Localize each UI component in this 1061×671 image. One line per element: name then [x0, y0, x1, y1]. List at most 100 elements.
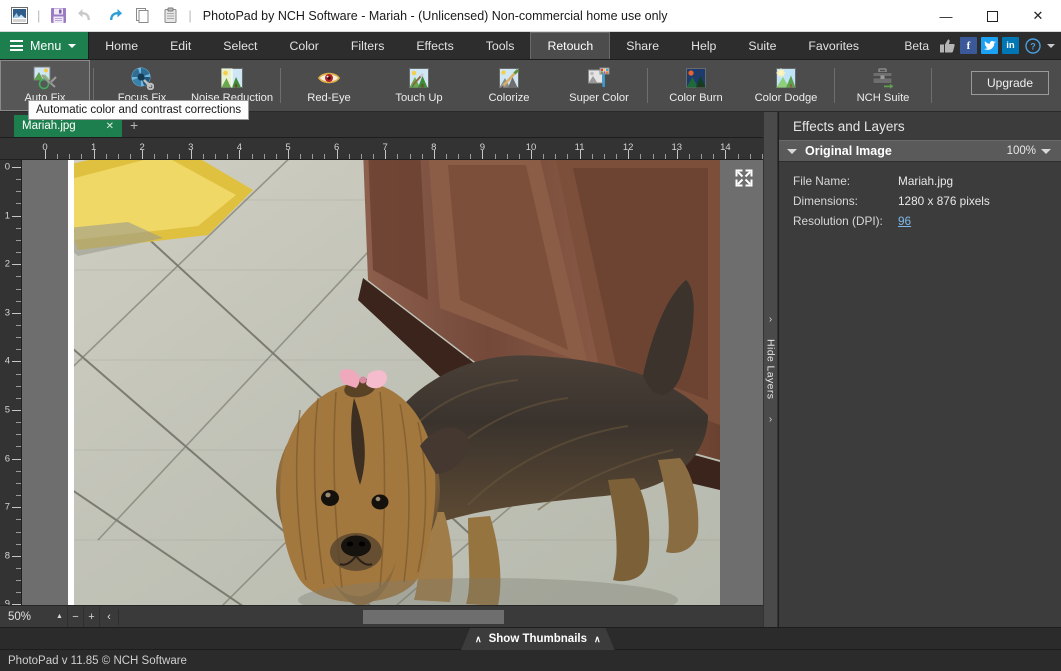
paste-icon[interactable]	[157, 3, 183, 29]
ribbon-button-color-burn[interactable]: Color Burn	[651, 60, 741, 111]
ruler-tick-major	[12, 410, 21, 411]
super-color-icon	[587, 66, 611, 90]
chevron-right-icon[interactable]: ›	[769, 310, 772, 329]
ruler-label: 1	[4, 210, 10, 222]
scroll-left-icon[interactable]: ‹	[100, 607, 118, 627]
tab-share[interactable]: Share	[610, 32, 675, 59]
ruler-tick-minor	[227, 154, 229, 159]
horizontal-scroll-track[interactable]	[118, 608, 760, 625]
tab-filters[interactable]: Filters	[335, 32, 400, 59]
redo-icon[interactable]	[101, 3, 127, 29]
horizontal-scroll-thumb[interactable]	[362, 609, 504, 624]
ruler-tick-minor	[324, 154, 326, 159]
maximize-button[interactable]	[969, 0, 1015, 32]
facebook-icon[interactable]: f	[960, 37, 977, 54]
ruler-tick-minor	[16, 470, 21, 472]
tab-effects[interactable]: Effects	[400, 32, 469, 59]
ruler-canvas-row: 0 1 2 3 4 5 6 7 8 9 10 11 12 13 14 0123456789	[0, 138, 778, 605]
zoom-stepper-up[interactable]: ▲	[52, 606, 68, 627]
ruler-tick-minor	[543, 154, 545, 159]
ribbon-button-color-dodge[interactable]: Color Dodge	[741, 60, 831, 111]
tab-help[interactable]: Help	[675, 32, 732, 59]
ribbon-divider	[647, 68, 648, 103]
zoom-in-button[interactable]: +	[84, 606, 100, 627]
ribbon-label: Colorize	[488, 92, 530, 105]
ruler-tick-major	[12, 215, 21, 217]
panel-title: Effects and Layers	[779, 112, 1061, 140]
help-icon[interactable]: ?	[1023, 37, 1042, 54]
resolution-dpi-link[interactable]: 96	[898, 214, 911, 228]
menubar-right-group: Beta f in ?	[904, 32, 1061, 59]
ruler-tick-minor	[16, 482, 21, 484]
ruler-label: 0	[4, 161, 10, 173]
tab-tools[interactable]: Tools	[470, 32, 531, 59]
ruler-tick-minor	[16, 580, 21, 582]
ruler-label: 7	[382, 142, 388, 153]
tab-retouch[interactable]: Retouch	[530, 32, 611, 59]
ruler-tick-minor	[16, 422, 21, 424]
upgrade-button[interactable]: Upgrade	[971, 71, 1049, 95]
ribbon-divider	[931, 68, 932, 103]
tab-select[interactable]: Select	[207, 32, 273, 59]
ribbon-button-nch-suite[interactable]: NCH Suite	[838, 60, 928, 111]
ribbon-label: Color Burn	[669, 92, 723, 105]
tab-suite[interactable]: Suite	[732, 32, 792, 59]
undo-icon[interactable]	[73, 3, 99, 29]
property-key: File Name:	[793, 174, 851, 188]
layer-header[interactable]: Original Image 100%	[779, 140, 1061, 162]
ruler-tick-minor	[506, 154, 508, 159]
minimize-button[interactable]: —	[923, 0, 969, 32]
expand-fullscreen-icon[interactable]	[734, 168, 754, 188]
linkedin-icon[interactable]: in	[1002, 37, 1019, 54]
title-bar: | | PhotoPad by NCH Software - Mariah - …	[0, 0, 1061, 32]
tab-color[interactable]: Color	[273, 32, 334, 59]
ribbon-button-super-color[interactable]: Super Color	[554, 60, 644, 111]
ruler-tick-minor	[16, 324, 21, 326]
ribbon-tabs: Home Edit Select Color Filters Effects T…	[89, 32, 875, 59]
vertical-ruler[interactable]: 0 1 2 3 4 5 6 7 8 9	[0, 160, 22, 605]
ruler-tick-minor	[16, 191, 21, 193]
tab-favorites[interactable]: Favorites	[792, 32, 875, 59]
chevron-down-icon[interactable]	[1041, 148, 1051, 154]
thumbs-up-icon[interactable]	[939, 37, 956, 54]
chevron-right-icon-2[interactable]: ›	[769, 410, 772, 429]
ribbon-button-colorize[interactable]: Colorize	[464, 60, 554, 111]
ruler-label: 6	[333, 142, 340, 153]
zoom-out-button[interactable]: −	[68, 606, 84, 627]
vertical-ruler-canvas: 0 1 2 3 4 5 6 7 8 9	[0, 160, 778, 605]
tab-home[interactable]: Home	[89, 32, 154, 59]
ruler-tick-minor	[215, 154, 217, 159]
ribbon-button-red-eye[interactable]: Red-Eye	[284, 60, 374, 111]
ruler-tick-minor	[445, 154, 447, 159]
ruler-tick-minor	[16, 288, 21, 290]
copy-icon[interactable]	[129, 3, 155, 29]
ruler-tick-minor	[616, 154, 618, 159]
close-icon[interactable]: ✕	[106, 121, 114, 132]
canvas-viewport[interactable]	[22, 160, 764, 605]
save-icon[interactable]	[45, 3, 71, 29]
ruler-tick-minor	[16, 434, 21, 436]
close-button[interactable]: ✕	[1015, 0, 1061, 32]
show-thumbnails-button[interactable]: ∧ Show Thumbnails ∧	[461, 628, 615, 650]
ruler-tick-major	[12, 167, 21, 168]
hide-layers-splitter[interactable]: › Hide Layers ›	[763, 112, 778, 627]
image-canvas[interactable]	[68, 160, 720, 605]
triangle-down-icon[interactable]	[787, 148, 797, 154]
tab-edit[interactable]: Edit	[154, 32, 207, 59]
ruler-tick-minor	[749, 154, 751, 159]
ribbon-button-touch-up[interactable]: Touch Up	[374, 60, 464, 111]
photopad-window: | | PhotoPad by NCH Software - Mariah - …	[0, 0, 1061, 671]
ruler-tick-minor	[263, 154, 265, 159]
property-value: 1280 x 876 pixels	[898, 194, 990, 208]
chevron-up-icon-right: ∧	[593, 633, 601, 644]
chevron-down-icon[interactable]	[1047, 43, 1055, 48]
ruler-column: 0 1 2 3 4 5 6 7 8 9 10 11 12 13 14 0123456789	[0, 138, 778, 605]
ruler-tick-major	[12, 361, 21, 363]
layer-opacity-control[interactable]: 100%	[1007, 145, 1051, 157]
main-menu-button[interactable]: Menu	[0, 32, 90, 59]
toolbar-divider-1: |	[37, 8, 41, 23]
zoom-level-label[interactable]: 50%	[0, 611, 52, 623]
ruler-label: 1	[90, 142, 97, 153]
twitter-icon[interactable]	[981, 37, 998, 54]
horizontal-ruler[interactable]: 0 1 2 3 4 5 6 7 8 9 10 11 12 13 14	[0, 138, 778, 160]
